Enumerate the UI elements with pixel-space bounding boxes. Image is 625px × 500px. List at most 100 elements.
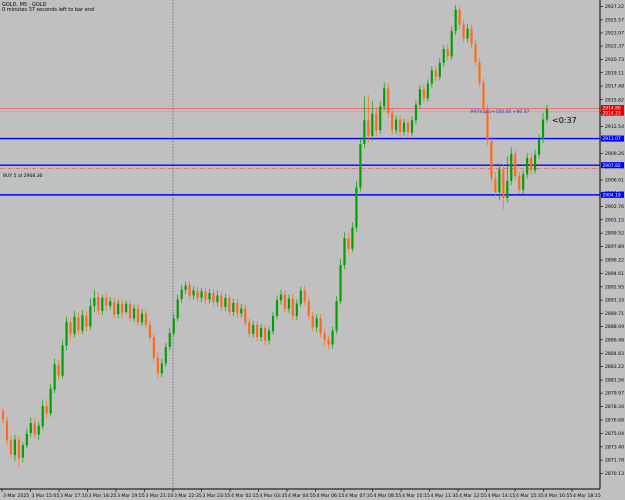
bull-candle bbox=[545, 108, 549, 120]
bear-candle bbox=[156, 357, 159, 374]
time-tick-label: 4 Mar 16:55 bbox=[545, 493, 573, 499]
bull-candle bbox=[224, 297, 227, 307]
bull-candle bbox=[299, 290, 302, 304]
price-tick-label: 2896.22 bbox=[605, 258, 624, 264]
bull-candle bbox=[29, 423, 32, 433]
bull-candle bbox=[65, 321, 68, 346]
bear-candle bbox=[9, 440, 13, 455]
bull-candle bbox=[49, 388, 52, 414]
time-tick-label: 4 Mar 07:35 bbox=[345, 493, 373, 499]
bear-candle bbox=[514, 153, 517, 176]
bear-candle bbox=[196, 291, 199, 298]
candle-series bbox=[1, 4, 549, 468]
bull-candle bbox=[275, 300, 279, 316]
bull-candle bbox=[379, 106, 382, 131]
bear-candle bbox=[263, 328, 267, 341]
time-tick-label: 3 Mar 17:10 bbox=[60, 493, 88, 499]
bear-candle bbox=[311, 315, 314, 328]
bear-candle bbox=[33, 423, 36, 435]
bull-candle bbox=[184, 285, 187, 290]
time-tick-label: 4 Mar 11:35 bbox=[431, 493, 459, 499]
bear-candle bbox=[367, 120, 370, 136]
bear-candle bbox=[17, 439, 20, 459]
candlestick-chart[interactable]: 2927.22 2925.57 2923.97 2922.37 2920.73 2919.… bbox=[0, 0, 625, 500]
bull-candle bbox=[252, 324, 255, 334]
bull-candle bbox=[359, 144, 362, 188]
bear-candle bbox=[478, 62, 481, 83]
bear-candle bbox=[291, 298, 294, 316]
price-tick-label: 2899.52 bbox=[605, 231, 624, 237]
bull-candle bbox=[371, 113, 374, 136]
bear-candle bbox=[470, 28, 473, 45]
price-tick-label: 2894.61 bbox=[605, 271, 624, 277]
bear-candle bbox=[236, 302, 239, 314]
bull-candle bbox=[21, 445, 24, 458]
bear-candle bbox=[422, 89, 425, 99]
bull-candle bbox=[279, 294, 283, 301]
bull-candle bbox=[395, 119, 398, 131]
bear-candle bbox=[69, 322, 72, 334]
price-tick-label: 2920.73 bbox=[605, 57, 624, 63]
bull-candle bbox=[466, 28, 469, 39]
price-tick-label: 2871.78 bbox=[605, 458, 624, 464]
bear-candle bbox=[458, 9, 461, 25]
price-tick-label: 2870.13 bbox=[605, 471, 624, 477]
bull-candle bbox=[315, 318, 318, 328]
countdown-timer: <0:37 bbox=[552, 116, 577, 125]
price-marker-label: 2907.82 bbox=[603, 163, 621, 169]
price-tick-label: 2915.82 bbox=[605, 97, 624, 103]
bull-candle bbox=[200, 291, 203, 298]
price-tick-label: 2883.22 bbox=[605, 364, 624, 370]
price-tick-label: 2927.22 bbox=[605, 4, 624, 10]
bull-candle bbox=[533, 154, 537, 171]
time-tick-label: 3 Mar 15:05 bbox=[32, 493, 60, 499]
bear-candle bbox=[303, 290, 306, 302]
price-marker-label: 2904.19 bbox=[603, 192, 621, 198]
bear-candle bbox=[85, 315, 88, 327]
buy-order-label[interactable]: BUY 5 at 2908.36 bbox=[3, 174, 42, 179]
bear-candle bbox=[248, 322, 251, 334]
bull-candle bbox=[410, 120, 414, 133]
bear-candle bbox=[220, 295, 223, 307]
bull-candle bbox=[176, 299, 179, 319]
bull-candle bbox=[208, 292, 211, 300]
bull-candle bbox=[506, 180, 509, 199]
bull-candle bbox=[510, 153, 513, 181]
bear-candle bbox=[434, 70, 437, 77]
time-tick-label: 3 Mar 19:55 bbox=[117, 493, 145, 499]
bull-candle bbox=[89, 306, 92, 327]
time-tick-label: 3 Mar 21:10 bbox=[146, 493, 174, 499]
price-tick-label: 2879.97 bbox=[605, 391, 624, 397]
bull-candle bbox=[172, 318, 175, 334]
price-tick-label: 2909.26 bbox=[605, 151, 624, 157]
bull-candle bbox=[526, 157, 529, 175]
time-tick-label: 4 Mar 18:15 bbox=[573, 493, 601, 499]
bull-candle bbox=[271, 315, 275, 332]
time-tick-label: 3 Mar 2025 bbox=[3, 493, 29, 499]
trade-info-label: #974 pcv+100.00 +80.37 bbox=[470, 110, 530, 115]
bull-candle bbox=[438, 63, 441, 77]
bull-candle bbox=[454, 9, 457, 32]
bull-candle bbox=[363, 120, 366, 145]
bear-candle bbox=[474, 44, 477, 63]
price-tick-label: 2919.11 bbox=[605, 70, 624, 76]
bull-candle bbox=[25, 433, 28, 446]
chart-lines bbox=[0, 0, 600, 489]
bear-candle bbox=[212, 292, 215, 302]
time-tick-label: 4 Mar 06:15 bbox=[317, 493, 345, 499]
time-tick-label: 4 Mar 04:55 bbox=[288, 493, 316, 499]
price-tick-label: 2889.71 bbox=[605, 311, 624, 317]
bear-candle bbox=[1, 410, 5, 420]
price-tick-label: 2902.76 bbox=[605, 204, 624, 210]
price-tick-label: 2888.09 bbox=[605, 324, 624, 330]
bull-candle bbox=[343, 238, 346, 266]
bear-candle bbox=[502, 169, 505, 199]
bear-candle bbox=[105, 297, 108, 306]
chart-window[interactable]: 2927.22 2925.57 2923.97 2922.37 2920.73 2919.… bbox=[0, 0, 625, 500]
bull-candle bbox=[81, 315, 84, 331]
bull-candle bbox=[53, 364, 56, 390]
bull-candle bbox=[61, 345, 64, 376]
price-tick-label: 2873.40 bbox=[605, 444, 624, 450]
bear-candle bbox=[228, 297, 231, 312]
bull-candle bbox=[73, 316, 76, 334]
